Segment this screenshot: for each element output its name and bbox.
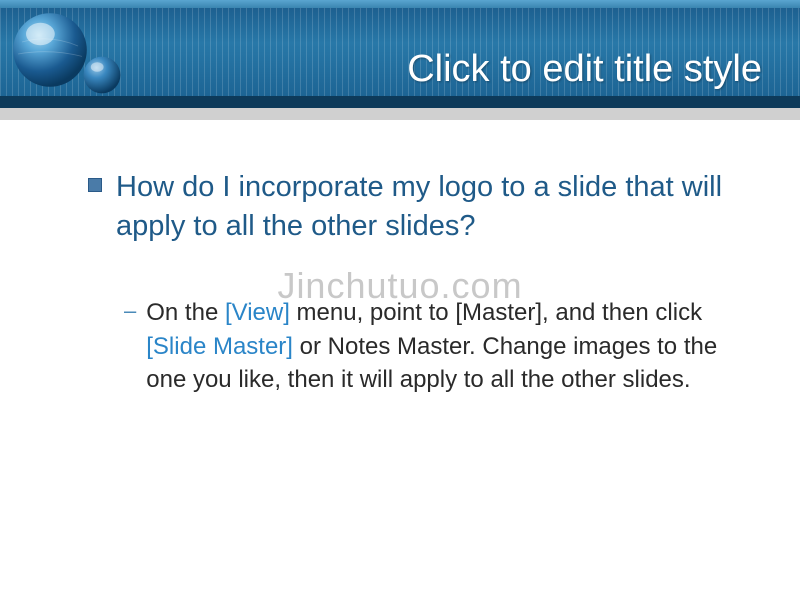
slide-title[interactable]: Click to edit title style [407, 48, 762, 91]
header-divider [0, 108, 800, 120]
answer-text: On the [View] menu, point to [Master], a… [146, 296, 734, 397]
dash-bullet-icon: – [124, 298, 136, 324]
slide-content[interactable]: How do I incorporate my logo to a slide … [88, 168, 734, 397]
view-link: [View] [225, 299, 290, 326]
header-bottom-accent [0, 96, 800, 108]
sphere-small-icon [82, 55, 122, 95]
bullet-question: How do I incorporate my logo to a slide … [88, 168, 734, 246]
bullet-square-icon [88, 178, 102, 192]
slide-header: Click to edit title style [0, 0, 800, 108]
question-text: How do I incorporate my logo to a slide … [116, 168, 734, 246]
bullet-answer: – On the [View] menu, point to [Master],… [124, 296, 734, 397]
answer-part2: menu, point to [Master], and then click [290, 299, 702, 326]
sphere-large-icon [10, 10, 90, 90]
slide-master-link: [Slide Master] [146, 333, 293, 360]
header-top-accent [0, 0, 800, 8]
answer-part1: On the [146, 299, 225, 326]
